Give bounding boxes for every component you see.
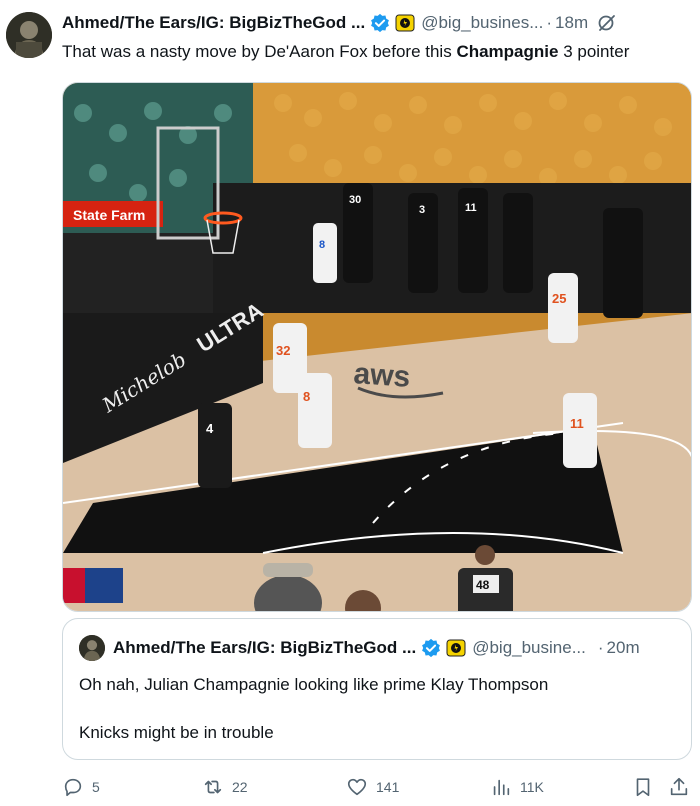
affiliate-badge-icon [446,638,466,658]
like-count: 141 [376,779,400,795]
reply-button[interactable]: 5 [62,772,100,802]
bar-chart-icon [493,779,510,796]
action-bar: 5 22 141 11K [62,772,692,802]
quoted-tweet[interactable]: Ahmed/The Ears/IG: BigBizTheGod ... @big… [62,618,692,760]
tweet-text-after: 3 pointer [558,42,630,61]
separator-dot: · [546,13,553,32]
separator-dot: · [597,638,604,657]
quote-avatar[interactable] [79,635,105,661]
views-button[interactable]: 11K [490,772,544,802]
affiliate-badge-icon[interactable] [395,13,415,33]
bookmark-button[interactable] [632,772,660,802]
repost-icon [204,780,222,794]
bench-number: 3 [419,204,425,216]
grok-icon[interactable] [597,13,617,33]
player-number: 25 [552,291,566,306]
quote-header: Ahmed/The Ears/IG: BigBizTheGod ... @big… [79,635,640,661]
share-icon [670,777,688,796]
tweet-text: That was a nasty move by De'Aaron Fox be… [62,40,629,64]
tweet-text-bold: Champagnie [456,42,559,61]
sponsor-label: State Farm [73,207,145,223]
quote-timestamp: 20m [606,638,640,657]
quote-text: Oh nah, Julian Champagnie looking like p… [79,675,549,742]
tweet-text-before: That was a nasty move by De'Aaron Fox be… [62,42,457,61]
reply-icon [64,778,82,797]
verified-badge-icon [421,638,441,658]
player-number: 32 [276,343,290,358]
timestamp[interactable]: 18m [555,13,588,33]
player-number: 11 [570,416,584,431]
share-button[interactable] [668,772,696,802]
reply-count: 5 [92,779,100,795]
repost-count: 22 [232,779,248,795]
quote-author-handle: @big_busine... [472,638,586,657]
author-name[interactable]: Ahmed/The Ears/IG: BigBizTheGod ... [62,13,365,33]
bookmark-icon [636,778,650,797]
media-video[interactable]: State Farm aws ULTRA Michelob 8 32 25 11 [62,82,692,612]
avatar[interactable] [6,12,52,58]
verified-badge-icon [370,13,390,33]
quote-author-name[interactable]: Ahmed/The Ears/IG: BigBizTheGod ... [113,638,416,658]
author-handle[interactable]: @big_busines... [421,13,543,33]
referee-number: 48 [476,578,490,592]
view-count: 11K [520,779,544,795]
heart-icon [347,778,367,796]
player-number: 8 [319,239,325,251]
player-number: 8 [303,389,310,404]
repost-button[interactable]: 22 [202,772,248,802]
like-button[interactable]: 141 [346,772,399,802]
player-number: 4 [206,421,214,436]
bench-number: 11 [465,202,477,214]
tweet-header: Ahmed/The Ears/IG: BigBizTheGod ... @big… [62,10,617,36]
bench-number: 30 [349,194,361,206]
